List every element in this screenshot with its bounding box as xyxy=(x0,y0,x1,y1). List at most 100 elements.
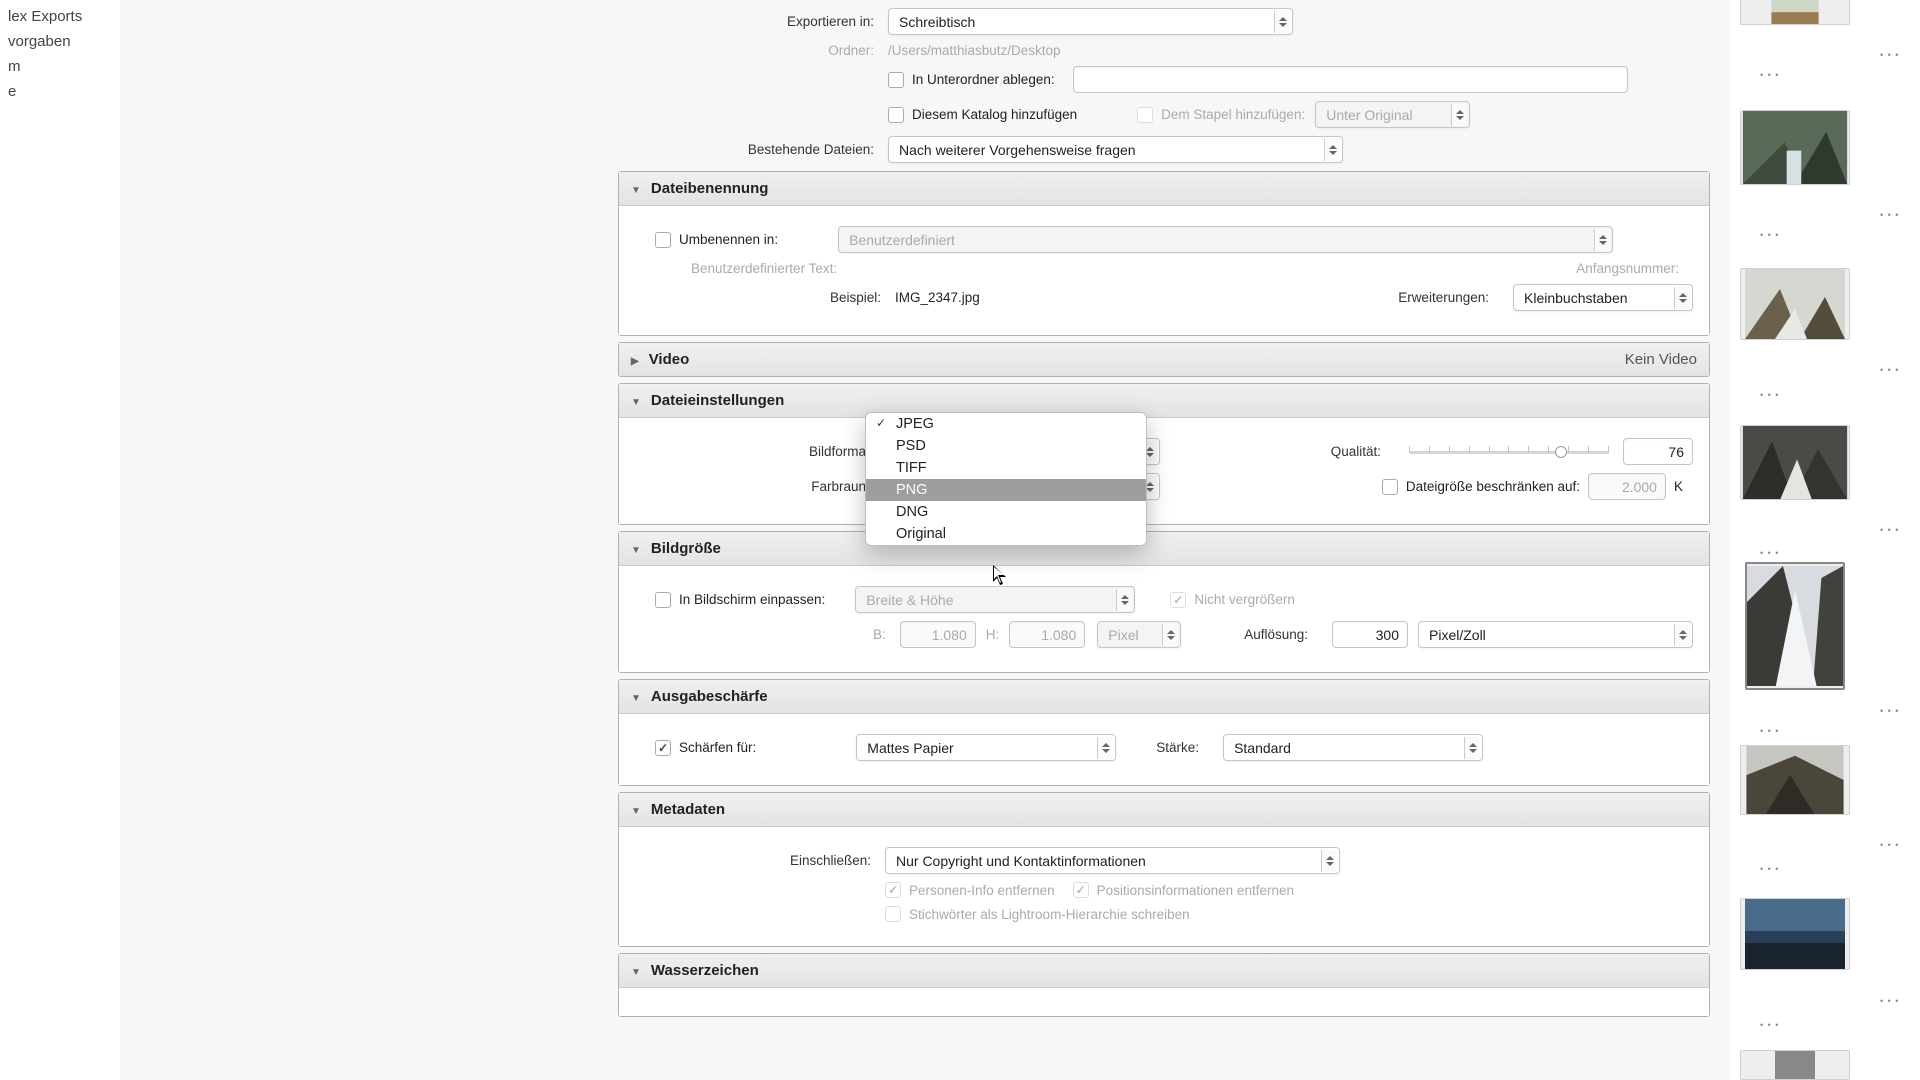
metadata-include-label: Einschließen: xyxy=(635,853,885,868)
quality-slider[interactable] xyxy=(1409,443,1609,461)
chevron-updown-icon xyxy=(1674,287,1690,309)
disclosure-triangle-icon xyxy=(631,540,641,557)
image-format-dropdown: JPEG PSD TIFF PNG DNG Original xyxy=(865,412,1147,546)
dropdown-option-psd[interactable]: PSD xyxy=(866,435,1146,457)
section-metadata-header[interactable]: Metadaten xyxy=(619,793,1709,827)
chevron-updown-icon xyxy=(1674,624,1690,646)
section-video-title: Video xyxy=(649,351,690,368)
example-label: Beispiel: xyxy=(635,290,895,305)
sharpen-media-select[interactable]: Mattes Papier xyxy=(856,734,1116,761)
keywords-hierarchy-checkbox xyxy=(885,906,901,922)
resolution-unit-select[interactable]: Pixel/Zoll xyxy=(1418,621,1693,648)
ellipsis-icon: • • • xyxy=(1760,864,1779,874)
thumbnail-selected[interactable] xyxy=(1745,562,1845,690)
sharpen-amount-select[interactable]: Standard xyxy=(1223,734,1483,761)
thumbnail[interactable] xyxy=(1740,1050,1850,1080)
disclosure-triangle-icon xyxy=(631,801,641,818)
width-input: 1.080 xyxy=(900,621,976,648)
remove-location-info-label: Positionsinformationen entfernen xyxy=(1097,883,1294,898)
section-video-header[interactable]: Video Kein Video xyxy=(619,343,1709,376)
resize-to-fit-label: In Bildschirm einpassen: xyxy=(679,592,825,607)
thumbnail[interactable] xyxy=(1740,425,1850,500)
thumbnail[interactable] xyxy=(1740,745,1850,815)
sharpen-for-checkbox[interactable] xyxy=(655,740,671,756)
dropdown-option-dng[interactable]: DNG xyxy=(866,501,1146,523)
section-image-sizing: Bildgröße In Bildschirm einpassen: Breit… xyxy=(618,531,1710,673)
ellipsis-icon: • • • xyxy=(1760,230,1779,240)
thumbnail[interactable] xyxy=(1740,0,1850,25)
existing-files-select[interactable]: Nach weiterer Vorgehensweise fragen xyxy=(888,136,1343,163)
preset-item[interactable]: m xyxy=(0,54,120,79)
section-image-sizing-header[interactable]: Bildgröße xyxy=(619,532,1709,566)
section-video-summary: Kein Video xyxy=(1625,351,1697,368)
section-watermark-header[interactable]: Wasserzeichen xyxy=(619,954,1709,988)
chevron-updown-icon xyxy=(1274,11,1290,33)
dont-enlarge-checkbox xyxy=(1170,592,1186,608)
dropdown-option-original[interactable]: Original xyxy=(866,523,1146,545)
width-label: B: xyxy=(873,627,900,642)
limit-filesize-label: Dateigröße beschränken auf: xyxy=(1406,479,1580,494)
remove-person-info-label: Personen-Info entfernen xyxy=(909,883,1055,898)
dropdown-option-png[interactable]: PNG xyxy=(866,479,1146,501)
thumbnail[interactable] xyxy=(1740,898,1850,970)
section-file-settings: Dateieinstellungen Bildforma Qualität: 7… xyxy=(618,383,1710,525)
chevron-updown-icon xyxy=(1321,850,1337,872)
stack-position-select: Unter Original xyxy=(1315,101,1470,128)
resize-to-fit-checkbox[interactable] xyxy=(655,592,671,608)
height-input: 1.080 xyxy=(1009,621,1085,648)
section-video: Video Kein Video xyxy=(618,342,1710,377)
ellipsis-icon: • • • xyxy=(1760,1020,1779,1030)
preset-item[interactable]: vorgaben xyxy=(0,29,120,54)
folder-path: /Users/matthiasbutz/Desktop xyxy=(888,43,1061,58)
dimension-unit-value: Pixel xyxy=(1108,627,1138,643)
quality-label: Qualität: xyxy=(1331,444,1395,459)
add-to-catalog-label: Diesem Katalog hinzufügen xyxy=(912,107,1077,122)
ellipsis-icon: • • • xyxy=(1880,365,1899,375)
preset-item[interactable]: lex Exports xyxy=(0,4,120,29)
export-to-value: Schreibtisch xyxy=(899,14,975,30)
export-to-select[interactable]: Schreibtisch xyxy=(888,8,1293,35)
thumbnail[interactable] xyxy=(1740,110,1850,185)
color-space-label: Farbraun xyxy=(635,479,880,494)
chevron-updown-icon xyxy=(1162,624,1178,646)
rename-label: Umbenennen in: xyxy=(679,232,778,247)
rename-checkbox[interactable] xyxy=(655,232,671,248)
chevron-updown-icon xyxy=(1116,589,1132,611)
section-file-settings-header[interactable]: Dateieinstellungen xyxy=(619,384,1709,418)
subfolder-checkbox[interactable] xyxy=(888,72,904,88)
mouse-cursor-icon xyxy=(993,565,1011,587)
stack-position-value: Unter Original xyxy=(1326,107,1412,123)
dropdown-option-jpeg[interactable]: JPEG xyxy=(866,413,1146,435)
sharpen-media-value: Mattes Papier xyxy=(867,740,953,756)
extensions-value: Kleinbuchstaben xyxy=(1524,290,1628,306)
chevron-updown-icon xyxy=(1097,737,1113,759)
quality-value-input[interactable]: 76 xyxy=(1623,438,1693,465)
section-naming-header[interactable]: Dateibenennung xyxy=(619,172,1709,206)
ellipsis-icon: • • • xyxy=(1880,210,1899,220)
filmstrip: • • • • • • • • • • • • • • • • • • • • … xyxy=(1730,0,1920,1080)
disclosure-triangle-icon xyxy=(631,180,641,197)
section-output-sharpening-header[interactable]: Ausgabeschärfe xyxy=(619,680,1709,714)
add-to-catalog-checkbox[interactable] xyxy=(888,107,904,123)
metadata-include-select[interactable]: Nur Copyright und Kontaktinformationen xyxy=(885,847,1340,874)
preset-item[interactable]: e xyxy=(0,79,120,104)
section-output-sharpening-title: Ausgabeschärfe xyxy=(651,688,768,705)
rename-template-value: Benutzerdefiniert xyxy=(849,232,955,248)
rename-template-select: Benutzerdefiniert xyxy=(838,226,1613,253)
subfolder-label: In Unterordner ablegen: xyxy=(912,72,1055,87)
ellipsis-icon: • • • xyxy=(1760,390,1779,400)
section-naming: Dateibenennung Umbenennen in: Benutzerde… xyxy=(618,171,1710,336)
disclosure-triangle-icon xyxy=(631,392,641,409)
limit-filesize-checkbox[interactable] xyxy=(1382,479,1398,495)
dropdown-option-tiff[interactable]: TIFF xyxy=(866,457,1146,479)
ellipsis-icon: • • • xyxy=(1760,70,1779,80)
limit-filesize-input: 2.000 xyxy=(1588,473,1666,500)
extensions-select[interactable]: Kleinbuchstaben xyxy=(1513,284,1693,311)
subfolder-input[interactable] xyxy=(1073,66,1628,93)
sharpen-amount-value: Standard xyxy=(1234,740,1291,756)
ellipsis-icon: • • • xyxy=(1880,840,1899,850)
resize-mode-select: Breite & Höhe xyxy=(855,586,1135,613)
add-to-stack-label: Dem Stapel hinzufügen: xyxy=(1161,107,1305,122)
thumbnail[interactable] xyxy=(1740,268,1850,340)
resolution-input[interactable]: 300 xyxy=(1332,621,1408,648)
